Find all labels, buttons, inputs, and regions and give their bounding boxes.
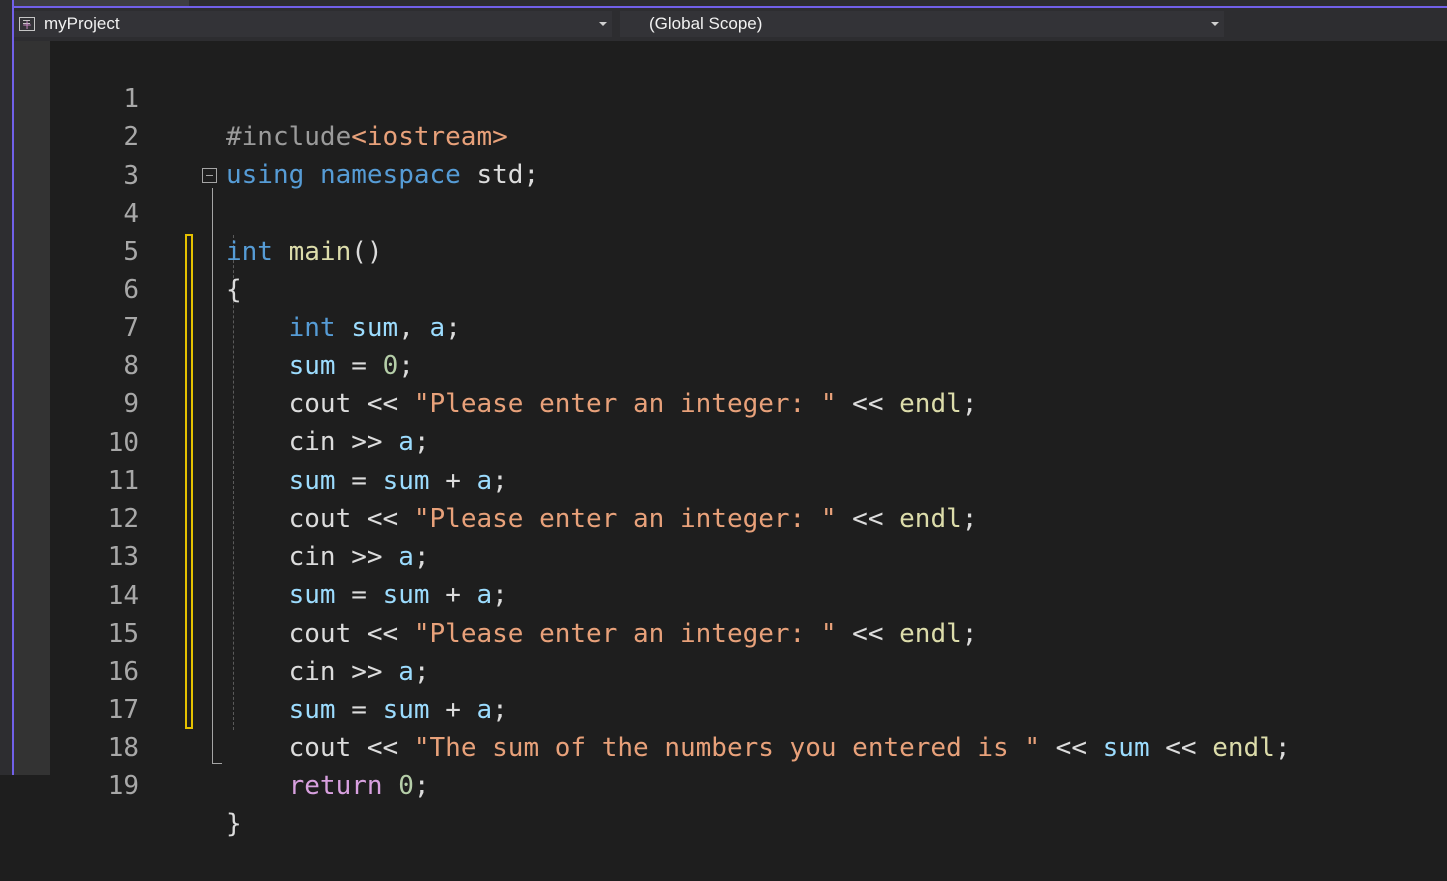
scope-dropdown[interactable]: (Global Scope) xyxy=(620,11,1224,37)
code-line[interactable]: 7 sum = 0; xyxy=(50,271,1447,381)
code-text: return 0; xyxy=(288,771,430,801)
scope-name: (Global Scope) xyxy=(649,14,763,33)
code-text: } xyxy=(226,809,242,839)
project-dropdown[interactable]: myProject xyxy=(14,11,612,38)
code-line[interactable]: 19 } xyxy=(50,729,1447,839)
selection-margin[interactable] xyxy=(14,41,50,775)
code-line[interactable]: 12 cin >> a; xyxy=(50,462,1447,572)
code-line[interactable]: 10 sum = sum + a; xyxy=(50,386,1447,496)
code-line[interactable]: 2 using namespace std; xyxy=(50,80,1447,190)
line-number: 19 xyxy=(107,771,139,801)
code-line[interactable]: 16 sum = sum + a; xyxy=(50,615,1447,725)
chevron-down-icon[interactable] xyxy=(599,22,607,26)
code-line[interactable]: 1 #include<iostream> xyxy=(50,42,1447,152)
code-line[interactable]: 15 cin >> a; xyxy=(50,577,1447,687)
left-window-edge xyxy=(0,0,12,775)
code-line[interactable]: 6 int sum, a; xyxy=(50,233,1447,343)
chevron-down-icon[interactable] xyxy=(1211,22,1219,26)
navigation-bar: myProject (Global Scope) xyxy=(14,8,1447,41)
code-line[interactable]: 8 cout << "Please enter an integer: " <<… xyxy=(50,309,1447,419)
code-line[interactable]: 13 sum = sum + a; xyxy=(50,500,1447,610)
code-line[interactable]: 3 xyxy=(50,119,1447,191)
code-line[interactable]: 11 cout << "Please enter an integer: " <… xyxy=(50,424,1447,534)
code-editor[interactable]: 1 #include<iostream> 2 using namespace s… xyxy=(50,41,1447,839)
code-line[interactable]: 5 { xyxy=(50,195,1447,305)
code-line[interactable]: 17 cout << "The sum of the numbers you e… xyxy=(50,653,1447,763)
code-line[interactable]: 9 cin >> a; xyxy=(50,347,1447,457)
code-line[interactable]: 14 cout << "Please enter an integer: " <… xyxy=(50,539,1447,649)
project-name: myProject xyxy=(44,14,120,33)
code-line[interactable]: 18 return 0; xyxy=(50,691,1447,801)
cpp-project-icon xyxy=(19,12,35,38)
code-line[interactable]: 4 int main() xyxy=(50,157,1447,267)
